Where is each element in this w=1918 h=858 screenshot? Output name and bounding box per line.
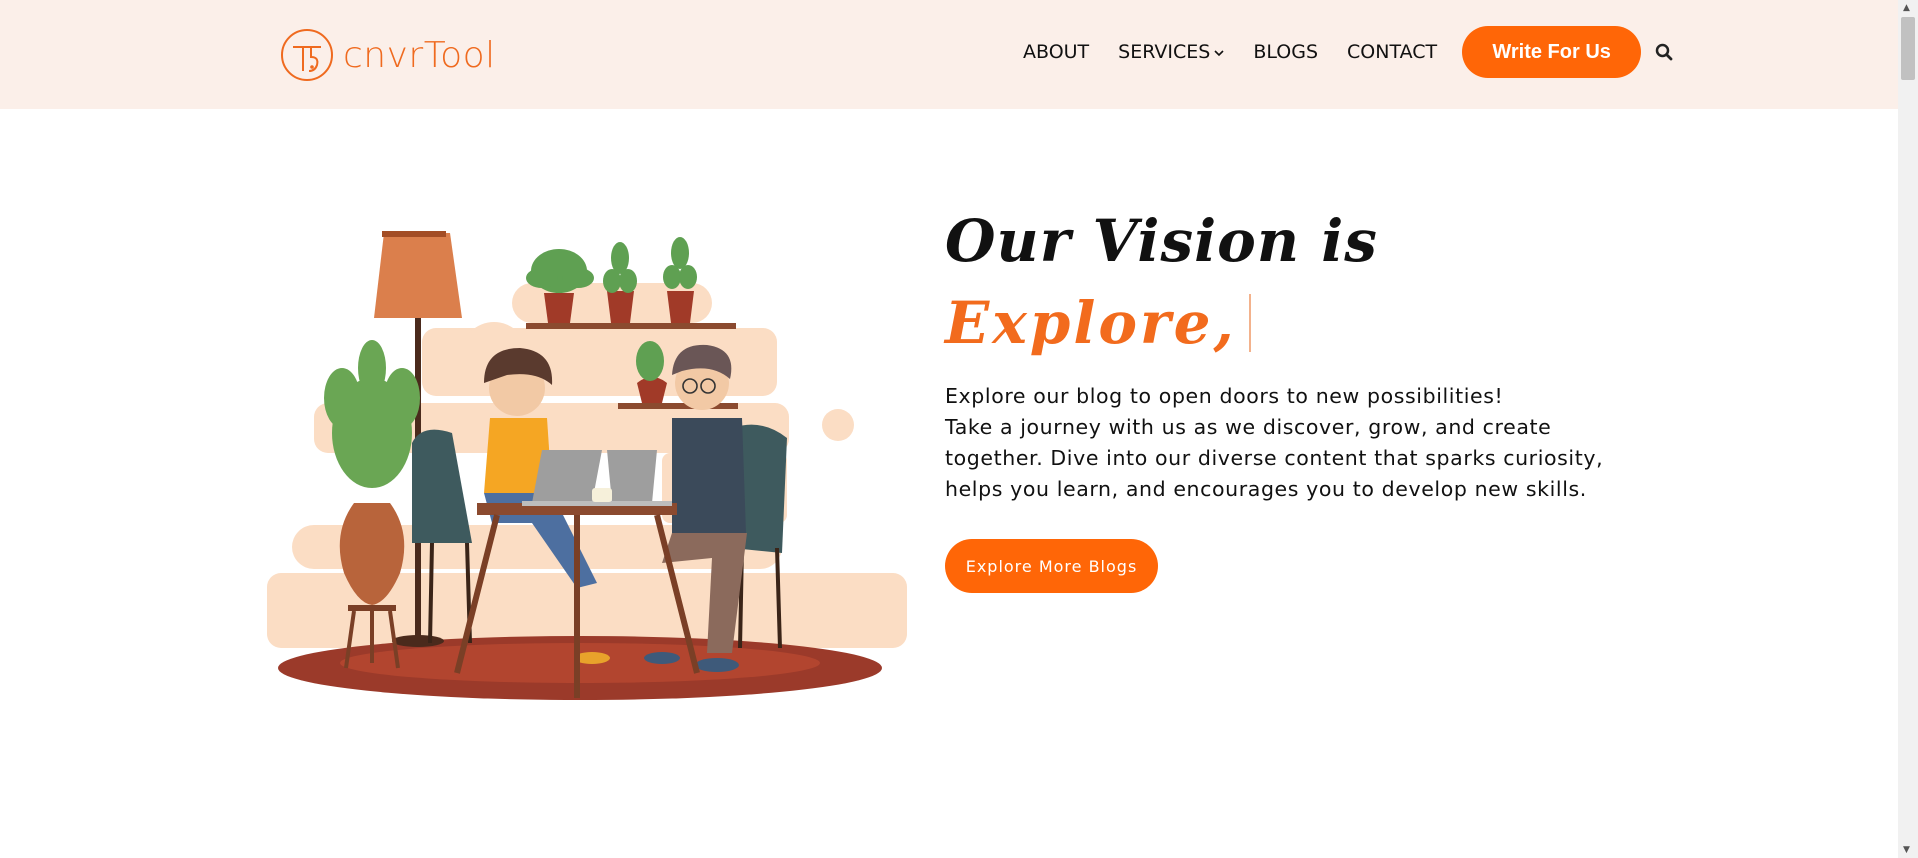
nav-contact-label: CONTACT <box>1347 41 1438 63</box>
write-for-us-button[interactable]: Write For Us <box>1462 26 1642 78</box>
nav-about[interactable]: ABOUT <box>1023 41 1089 63</box>
hero-text: Our Vision is Explore, Explore our blog … <box>945 200 1705 505</box>
scroll-up-arrow-icon[interactable]: ▲ <box>1903 3 1910 13</box>
hero-title: Our Vision is <box>945 207 1378 275</box>
nav-services[interactable]: SERVICES <box>1118 41 1224 63</box>
logo-icon <box>281 29 333 81</box>
main-nav: ABOUT SERVICES BLOGS CONTACT Write For U… <box>1023 0 1673 104</box>
hero-description-line: together. Dive into our diverse content … <box>945 446 1604 470</box>
typing-caret <box>1248 294 1251 352</box>
site-logo[interactable]: cnvrTool <box>279 27 496 83</box>
scroll-thumb[interactable] <box>1901 17 1915 80</box>
rotating-word: Explore, <box>945 289 1237 357</box>
nav-blogs[interactable]: BLOGS <box>1253 41 1318 63</box>
hero-description: Explore our blog to open doors to new po… <box>945 381 1705 505</box>
nav-contact[interactable]: CONTACT <box>1347 41 1437 63</box>
nav-blogs-label: BLOGS <box>1253 41 1319 63</box>
chevron-down-icon <box>1214 47 1224 60</box>
hero-description-line: Explore our blog to open doors to new po… <box>945 384 1504 408</box>
rotating-word-line: Explore, <box>945 282 1705 364</box>
scroll-down-arrow-icon[interactable]: ▼ <box>1903 845 1910 855</box>
nav-services-label: SERVICES <box>1118 41 1211 63</box>
logo-text: cnvrTool <box>343 34 496 76</box>
page-scrollbar[interactable]: ▲ ▼ <box>1898 0 1918 858</box>
hero-description-line: helps you learn, and encourages you to d… <box>945 477 1587 501</box>
hero-illustration <box>262 203 907 707</box>
search-icon[interactable] <box>1655 43 1673 61</box>
hero-description-line: Take a journey with us as we discover, g… <box>945 415 1552 439</box>
explore-more-blogs-button[interactable]: Explore More Blogs <box>945 539 1158 593</box>
site-header: cnvrTool ABOUT SERVICES BLOGS CONTACT Wr… <box>0 0 1898 109</box>
nav-about-label: ABOUT <box>1023 41 1090 63</box>
